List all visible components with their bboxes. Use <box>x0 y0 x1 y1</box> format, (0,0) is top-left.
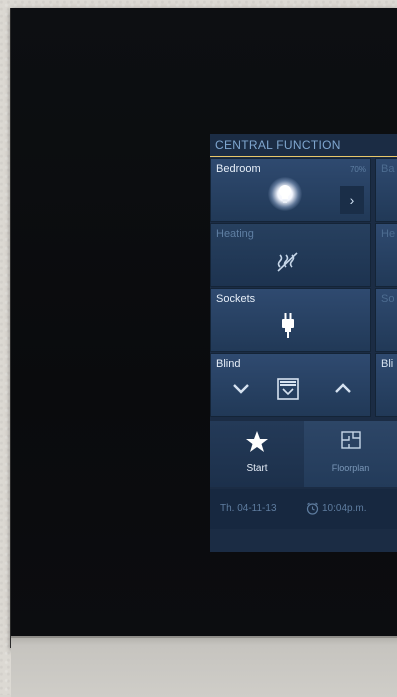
chevron-up-icon[interactable] <box>333 381 353 395</box>
floorplan-icon <box>341 431 361 449</box>
tile-label-sockets: Sockets <box>216 293 256 305</box>
tile-partial-sockets[interactable]: So <box>375 288 397 352</box>
plug-icon <box>282 313 294 338</box>
chevron-down-icon[interactable] <box>231 381 251 395</box>
time-text: 10:04p.m. <box>322 503 367 514</box>
tile-bedroom[interactable]: Bedroom 70% › <box>210 158 371 222</box>
start-button[interactable]: Start <box>210 421 304 487</box>
tile-label-partial: Ba <box>381 163 395 175</box>
start-label: Start <box>246 463 268 474</box>
tile-blind[interactable]: Blind <box>210 353 371 417</box>
tile-heating[interactable]: Heating <box>210 223 371 287</box>
alarm-clock-icon <box>306 502 319 515</box>
tile-label-partial: Bli <box>381 358 394 370</box>
floorplan-label: Floorplan <box>331 463 370 473</box>
tile-label-bedroom: Bedroom <box>216 163 261 175</box>
date-text: Th. 04-11-13 <box>220 503 277 514</box>
title-underline <box>210 156 397 157</box>
dimmer-value: 70% <box>349 165 366 174</box>
star-icon <box>246 431 268 452</box>
tile-label-partial: He <box>381 228 396 240</box>
page-title: CENTRAL FUNCTION <box>215 138 341 152</box>
touch-screen: CENTRAL FUNCTION Bedroom 70% › Heating S… <box>210 134 397 552</box>
tile-label-partial: So <box>381 293 395 305</box>
tile-sockets[interactable]: Sockets <box>210 288 371 352</box>
bottom-nav: Start Floorplan <box>210 421 397 487</box>
tile-label-blind: Blind <box>216 358 241 370</box>
tile-label-heating: Heating <box>216 228 254 240</box>
device-base <box>11 636 397 697</box>
floorplan-button[interactable]: Floorplan <box>304 421 397 487</box>
tile-partial-bathroom[interactable]: Ba <box>375 158 397 222</box>
lightbulb-icon[interactable] <box>268 177 302 211</box>
tile-partial-blind[interactable]: Bli <box>375 353 397 417</box>
chevron-right-icon[interactable]: › <box>340 186 364 214</box>
blind-icon[interactable] <box>277 378 299 400</box>
tile-partial-heating[interactable]: He <box>375 223 397 287</box>
heating-icon <box>277 252 298 272</box>
status-bar: Th. 04-11-13 10:04p.m. <box>210 489 397 529</box>
